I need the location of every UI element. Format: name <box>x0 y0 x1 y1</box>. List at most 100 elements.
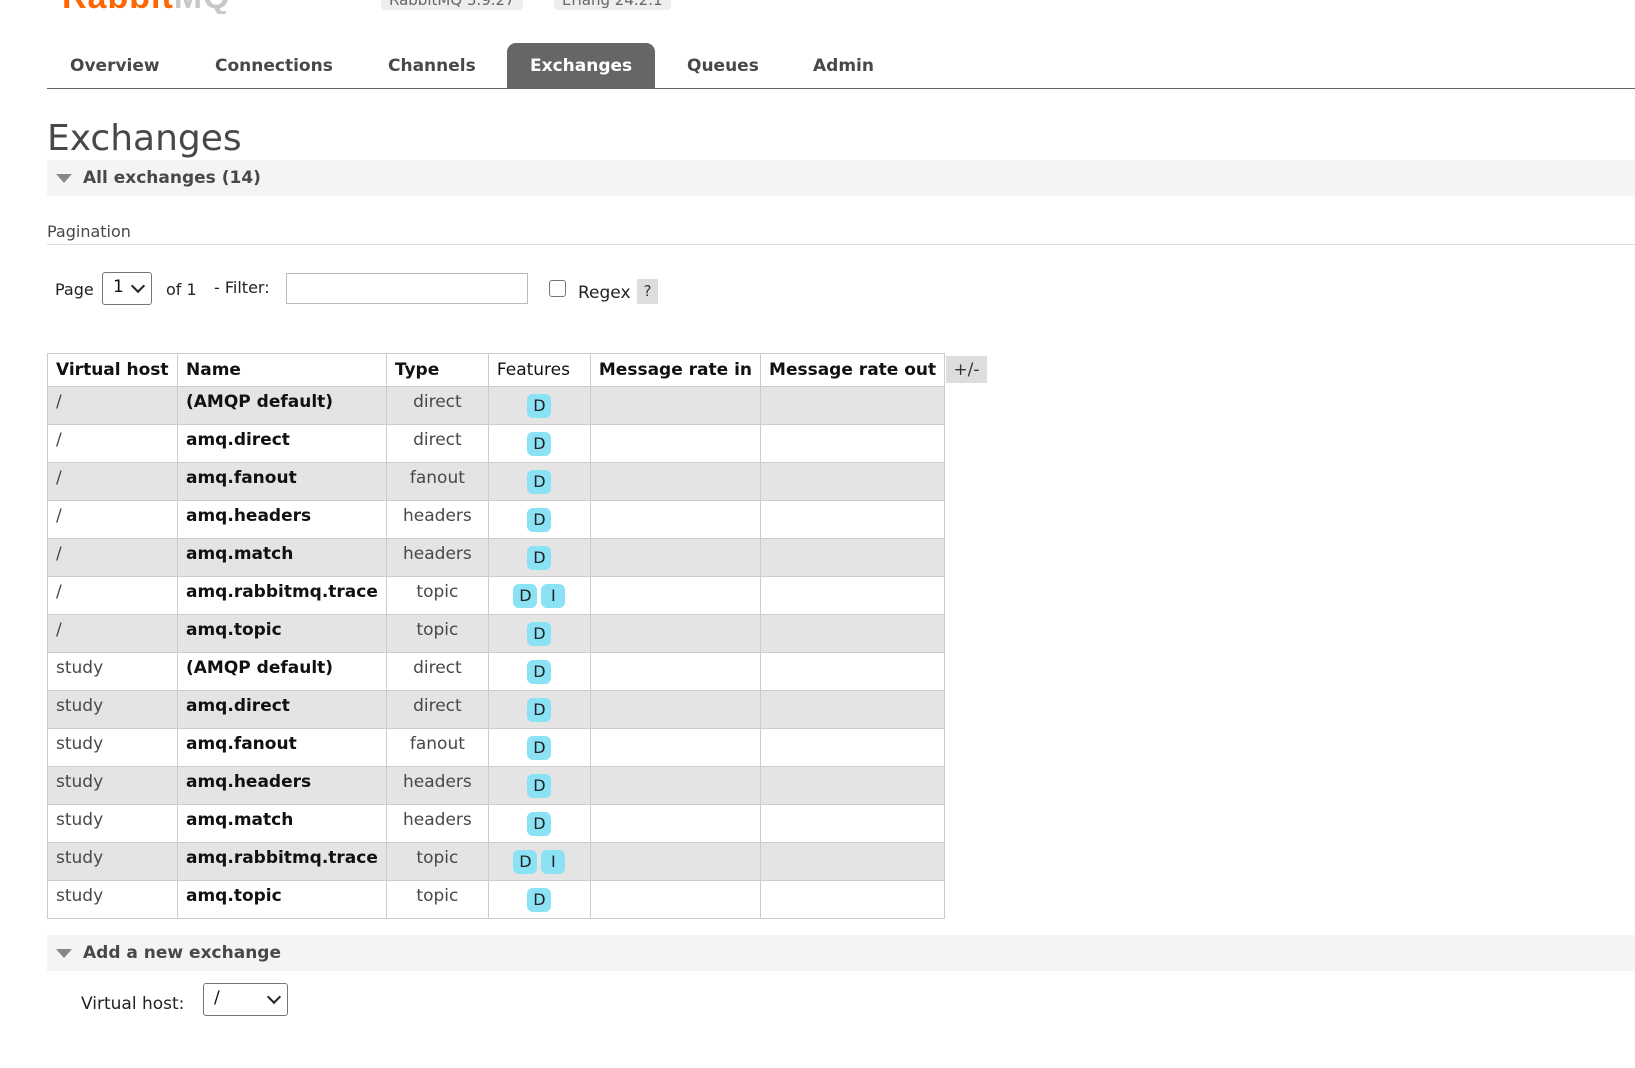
cell-type: headers <box>385 766 489 805</box>
cell-exchange-name-link[interactable]: (AMQP default) <box>177 386 387 425</box>
rabbitmq-logo[interactable]: RabbitMQTM <box>62 0 250 14</box>
cell-message-rate-out <box>760 690 946 729</box>
tab-connections[interactable]: Connections <box>192 43 356 88</box>
virtual-host-select[interactable]: / <box>203 983 288 1016</box>
cell-message-rate-in <box>589 842 762 881</box>
cell-virtual-host: / <box>47 538 178 577</box>
feature-badge-durable: D <box>527 432 552 456</box>
cell-exchange-name-link[interactable]: amq.topic <box>177 880 387 919</box>
collapse-triangle-icon <box>56 949 72 958</box>
cell-type: topic <box>385 842 489 881</box>
cell-exchange-name-link[interactable]: amq.headers <box>177 500 387 539</box>
column-header-virtual-host[interactable]: Virtual host <box>47 353 178 387</box>
cell-message-rate-in <box>589 424 762 463</box>
cell-type: fanout <box>385 728 489 767</box>
table-row: study amq.topic topic D <box>47 880 946 919</box>
table-row: / amq.topic topic D <box>47 614 946 653</box>
cell-virtual-host: / <box>47 576 178 615</box>
cell-message-rate-in <box>589 880 762 919</box>
table-row: / amq.fanout fanout D <box>47 462 946 501</box>
add-exchange-toggle[interactable]: Add a new exchange <box>47 935 1635 971</box>
page-of-label: of 1 <box>166 280 197 299</box>
cell-exchange-name-link[interactable]: amq.match <box>177 538 387 577</box>
cell-exchange-name-link[interactable]: amq.rabbitmq.trace <box>177 576 387 615</box>
cell-type: topic <box>385 880 489 919</box>
cell-features: D <box>487 652 591 691</box>
cell-exchange-name-link[interactable]: amq.topic <box>177 614 387 653</box>
regex-label: Regex <box>578 283 631 303</box>
logo-suffix: MQ <box>174 0 231 14</box>
cell-message-rate-in <box>589 614 762 653</box>
cell-exchange-name-link[interactable]: amq.fanout <box>177 462 387 501</box>
column-header-type[interactable]: Type <box>385 353 489 387</box>
cell-features: D <box>487 728 591 767</box>
table-row: study amq.fanout fanout D <box>47 728 946 767</box>
table-row: / (AMQP default) direct D <box>47 386 946 425</box>
cell-message-rate-out <box>760 652 946 691</box>
cell-features: D <box>487 880 591 919</box>
cell-message-rate-out <box>760 576 946 615</box>
cell-exchange-name-link[interactable]: amq.match <box>177 804 387 843</box>
cell-message-rate-in <box>589 462 762 501</box>
cell-virtual-host: study <box>47 766 178 805</box>
cell-exchange-name-link[interactable]: amq.direct <box>177 424 387 463</box>
column-header-name[interactable]: Name <box>177 353 387 387</box>
feature-badge-durable: D <box>527 394 552 418</box>
tab-overview[interactable]: Overview <box>47 43 183 88</box>
cell-type: direct <box>385 386 489 425</box>
all-exchanges-toggle[interactable]: All exchanges (14) <box>47 160 1635 196</box>
cell-message-rate-out <box>760 766 946 805</box>
cell-features: D <box>487 462 591 501</box>
cell-virtual-host: / <box>47 462 178 501</box>
tab-channels[interactable]: Channels <box>365 43 499 88</box>
cell-exchange-name-link[interactable]: amq.headers <box>177 766 387 805</box>
table-row: / amq.rabbitmq.trace topic D I <box>47 576 946 615</box>
tab-admin[interactable]: Admin <box>790 43 897 88</box>
feature-badge-internal: I <box>541 850 566 874</box>
regex-checkbox[interactable] <box>549 280 566 297</box>
cell-type: headers <box>385 500 489 539</box>
tab-queues[interactable]: Queues <box>664 43 782 88</box>
cell-message-rate-out <box>760 728 946 767</box>
feature-badge-durable: D <box>527 470 552 494</box>
cell-exchange-name-link[interactable]: (AMQP default) <box>177 652 387 691</box>
toggle-columns-button[interactable]: +/- <box>946 356 987 383</box>
cell-message-rate-in <box>589 538 762 577</box>
regex-help-button[interactable]: ? <box>637 279 658 304</box>
cell-exchange-name-link[interactable]: amq.fanout <box>177 728 387 767</box>
cell-exchange-name-link[interactable]: amq.direct <box>177 690 387 729</box>
table-row: study amq.match headers D <box>47 804 946 843</box>
table-row: study amq.headers headers D <box>47 766 946 805</box>
cell-features: D <box>487 424 591 463</box>
filter-label: - Filter: <box>214 278 270 297</box>
cell-virtual-host: study <box>47 842 178 881</box>
cell-features: D <box>487 690 591 729</box>
cell-type: topic <box>385 614 489 653</box>
table-row: / amq.direct direct D <box>47 424 946 463</box>
feature-badge-durable: D <box>513 850 538 874</box>
cell-message-rate-out <box>760 500 946 539</box>
cell-message-rate-out <box>760 880 946 919</box>
filter-input[interactable] <box>286 273 528 304</box>
cell-features: D <box>487 538 591 577</box>
feature-badge-durable: D <box>527 736 552 760</box>
table-row: study amq.rabbitmq.trace topic D I <box>47 842 946 881</box>
cell-message-rate-out <box>760 842 946 881</box>
cell-message-rate-out <box>760 538 946 577</box>
cell-virtual-host: study <box>47 880 178 919</box>
cell-exchange-name-link[interactable]: amq.rabbitmq.trace <box>177 842 387 881</box>
cell-features: D <box>487 804 591 843</box>
top-bar: RabbitMQTM RabbitMQ 3.9.27 Erlang 24.2.1 <box>0 0 1635 14</box>
cell-features: D <box>487 386 591 425</box>
cell-message-rate-out <box>760 462 946 501</box>
table-row: study (AMQP default) direct D <box>47 652 946 691</box>
add-exchange-label: Add a new exchange <box>83 943 282 963</box>
feature-badge-durable: D <box>527 888 552 912</box>
table-row: / amq.match headers D <box>47 538 946 577</box>
feature-badge-durable: D <box>527 546 552 570</box>
page-label: Page <box>55 280 94 299</box>
page-select[interactable]: 1 <box>102 272 152 305</box>
cell-type: topic <box>385 576 489 615</box>
exchanges-table-body: / (AMQP default) direct D / amq.direct direct D… <box>47 386 946 919</box>
tab-exchanges[interactable]: Exchanges <box>507 43 656 88</box>
